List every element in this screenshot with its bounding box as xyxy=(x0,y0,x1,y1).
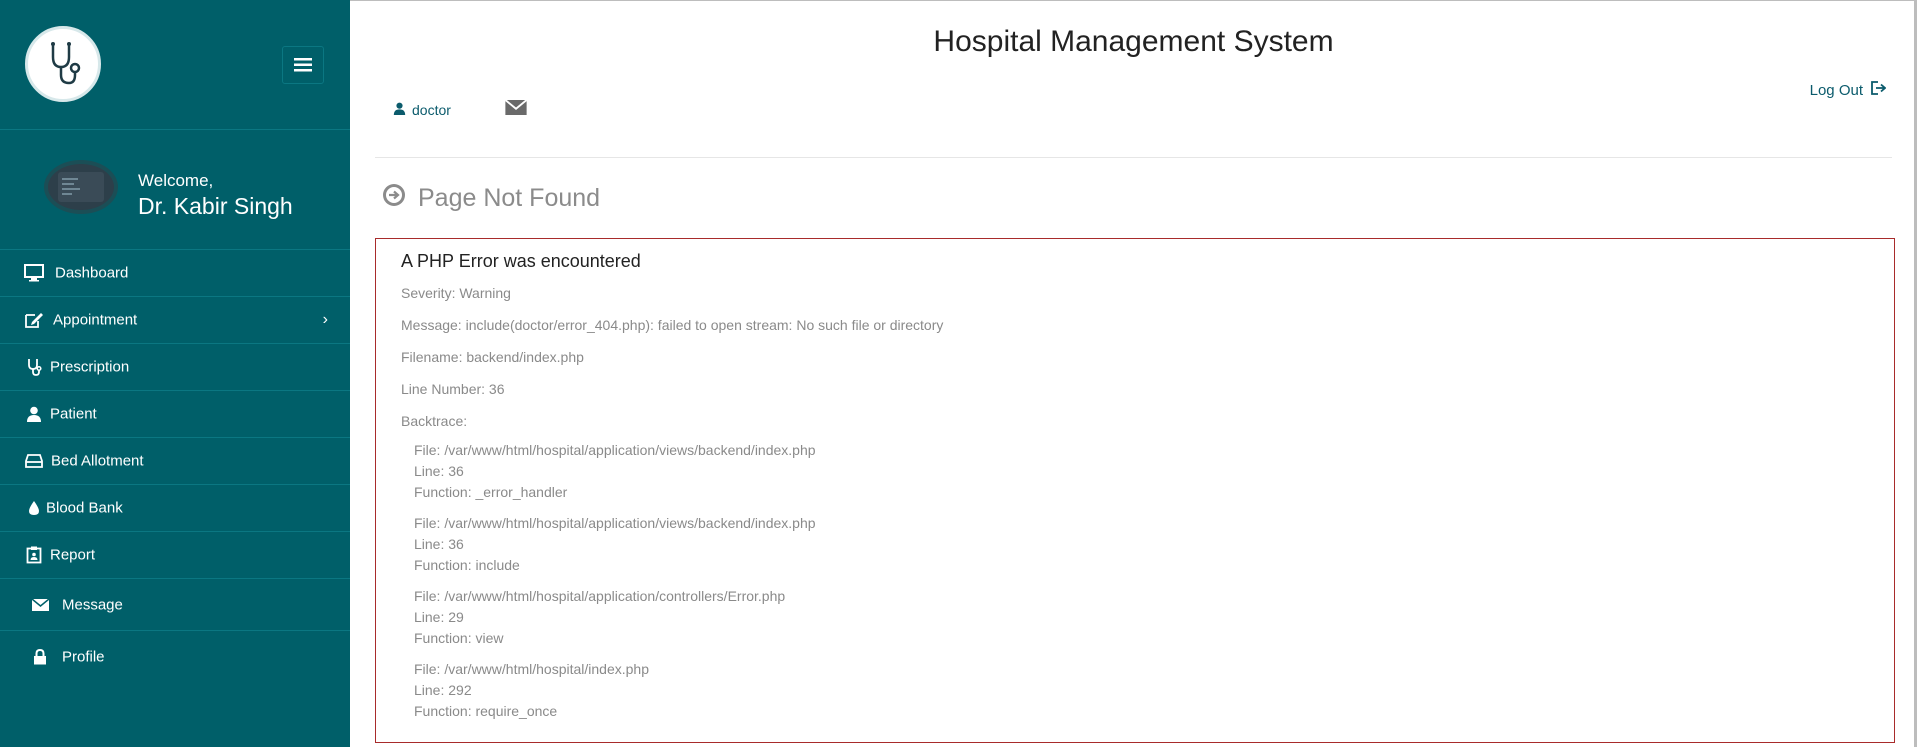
error-title: A PHP Error was encountered xyxy=(401,251,641,271)
user-role-link[interactable]: doctor xyxy=(393,102,451,118)
backtrace-file: File: /var/www/html/hospital/application… xyxy=(414,588,786,604)
backtrace-function: Function: _error_handler xyxy=(414,484,568,500)
edit-icon xyxy=(24,310,44,330)
chevron-right-icon: › xyxy=(322,311,328,328)
lock-icon xyxy=(30,647,50,667)
circle-arrow-right-icon xyxy=(382,183,406,214)
logout-icon xyxy=(1871,81,1887,99)
sidebar-item-label: Bed Allotment xyxy=(51,452,144,470)
sidebar-item-label: Appointment xyxy=(53,311,138,329)
envelope-icon xyxy=(30,595,50,615)
hamburger-icon xyxy=(294,58,312,72)
sidebar-item-label: Blood Bank xyxy=(46,499,123,517)
sidebar-item-label: Profile xyxy=(62,648,105,666)
backtrace-file: File: /var/www/html/hospital/application… xyxy=(414,515,816,531)
envelope-icon[interactable] xyxy=(504,99,528,120)
backtrace-function: Function: view xyxy=(414,630,504,646)
backtrace-line: Line: 292 xyxy=(414,682,472,698)
sidebar-item-blood-bank[interactable]: Blood Bank xyxy=(0,485,350,532)
backtrace-entry: File: /var/www/html/hospital/application… xyxy=(414,513,1869,576)
backtrace-function: Function: require_once xyxy=(414,703,558,719)
backtrace-entry: File: /var/www/html/hospital/application… xyxy=(414,586,1869,649)
error-line-number: Line Number: 36 xyxy=(401,381,505,397)
sidebar-logo-row xyxy=(0,0,350,130)
stethoscope-logo-icon[interactable] xyxy=(25,26,101,102)
sidebar-item-label: Dashboard xyxy=(55,264,129,282)
backtrace-label: Backtrace: xyxy=(401,413,468,429)
clipboard-icon xyxy=(24,545,44,565)
avatar[interactable] xyxy=(44,160,118,214)
app-title: Hospital Management System xyxy=(933,25,1334,58)
backtrace-file: File: /var/www/html/hospital/index.php xyxy=(414,661,649,677)
menu-toggle-button[interactable] xyxy=(282,46,324,84)
logout-button[interactable]: Log Out xyxy=(1809,81,1887,99)
backtrace-function: Function: include xyxy=(414,557,520,573)
sidebar-item-report[interactable]: Report xyxy=(0,532,350,579)
sidebar-item-message[interactable]: Message xyxy=(0,579,350,631)
drop-icon xyxy=(24,498,44,518)
error-severity: Severity: Warning xyxy=(401,285,511,301)
monitor-icon xyxy=(24,263,44,283)
backtrace-file: File: /var/www/html/hospital/application… xyxy=(414,442,816,458)
sidebar-user-panel: Welcome, Dr. Kabir Singh xyxy=(0,130,350,250)
sidebar: Welcome, Dr. Kabir Singh Dashboard Appoi… xyxy=(0,0,350,747)
page-title: Page Not Found xyxy=(382,183,600,214)
php-error-panel: A PHP Error was encountered Severity: Wa… xyxy=(375,238,1895,743)
sidebar-item-prescription[interactable]: Prescription xyxy=(0,344,350,391)
sidebar-item-dashboard[interactable]: Dashboard xyxy=(0,250,350,297)
error-filename: Filename: backend/index.php xyxy=(401,349,584,365)
sidebar-item-label: Report xyxy=(50,546,96,564)
sidebar-item-label: Message xyxy=(62,596,123,613)
user-icon xyxy=(393,102,406,118)
sidebar-item-label: Prescription xyxy=(50,358,130,376)
backtrace-line: Line: 36 xyxy=(414,536,464,552)
backtrace-line: Line: 36 xyxy=(414,463,464,479)
user-name: Dr. Kabir Singh xyxy=(138,193,293,219)
bed-icon xyxy=(24,451,44,471)
header-divider xyxy=(375,157,1892,158)
backtrace-line: Line: 29 xyxy=(414,609,464,625)
error-message: Message: include(doctor/error_404.php): … xyxy=(401,317,944,333)
welcome-label: Welcome, xyxy=(138,171,214,190)
user-role-label: doctor xyxy=(412,102,451,118)
page-title-text: Page Not Found xyxy=(418,184,601,212)
stethoscope-icon xyxy=(24,357,44,377)
main-content: Hospital Management System doctor Log Ou… xyxy=(350,0,1917,747)
user-icon xyxy=(24,404,44,424)
backtrace-entry: File: /var/www/html/hospital/index.php L… xyxy=(414,659,1869,722)
backtrace-entry: File: /var/www/html/hospital/application… xyxy=(414,440,1869,503)
sidebar-item-label: Patient xyxy=(50,405,97,423)
sidebar-item-appointment[interactable]: Appointment › xyxy=(0,297,350,344)
sidebar-item-bed-allotment[interactable]: Bed Allotment xyxy=(0,438,350,485)
logout-label: Log Out xyxy=(1809,81,1863,99)
sidebar-item-patient[interactable]: Patient xyxy=(0,391,350,438)
sidebar-item-profile[interactable]: Profile xyxy=(0,631,350,683)
